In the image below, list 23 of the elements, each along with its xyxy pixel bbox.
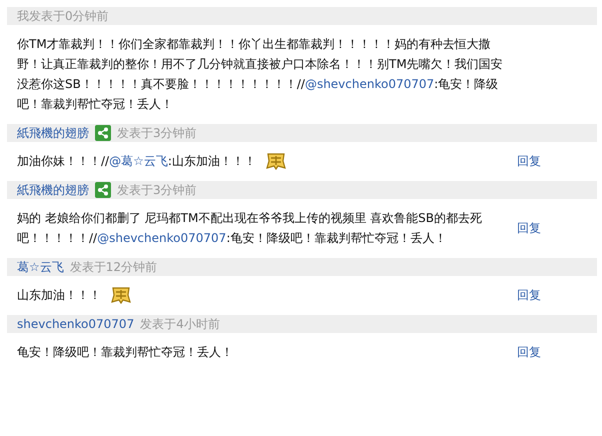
post-time: 发表于3分钟前 [117,182,197,198]
reply-link[interactable]: 回复 [517,152,541,170]
post-time: 发表于12分钟前 [70,258,158,276]
comment-text: 加油你妹！！！//@葛☆云飞:山东加油！！！ [17,153,256,170]
mention-link[interactable]: @shevchenko070707 [304,77,434,91]
post-time: 我发表于0分钟前 [17,8,109,24]
comment-text: 妈的 老娘给你们都删了 尼玛都TM不配出现在爷爷我上传的视频里 喜欢鲁能SB的都去死吧！！！！！//@shevchenko070707:龟安！降级吧！靠裁判帮忙夺冠！丢人！ [17,210,483,247]
reply-link[interactable]: 回复 [517,286,541,304]
author-link[interactable]: shevchenko070707 [17,317,134,331]
mention-link[interactable]: @葛☆云飞 [109,154,168,168]
comment-text: 山东加油！！！ [17,287,101,304]
author-link[interactable]: 紙飛機的翅膀 [17,124,89,142]
post-time: 发表于3分钟前 [117,124,197,142]
share-icon[interactable] [95,182,111,198]
author-link[interactable]: 葛☆云飞 [17,258,64,276]
author-link[interactable]: 紙飛機的翅膀 [17,182,89,198]
post-time: 发表于4小时前 [140,316,220,332]
share-icon[interactable] [95,125,111,141]
comment-text: 你TM才靠裁判！！你们全家都靠裁判！！你丫出生都靠裁判！！！！！妈的有种去恒大撒野！让真正靠裁判的整你！用不了几分钟就直接被户口本除名！！！别TM先嘴欠！我们国安没惹你这SB！！！！！真不要脸！！！！！！！！！//@shevchenko070707:龟安！降级吧！靠裁判帮忙夺冠！丢人！ [17,36,504,113]
mention-link[interactable]: @shevchenko070707 [97,231,226,245]
reply-link[interactable]: 回复 [517,220,541,236]
reply-link[interactable]: 回复 [517,344,541,360]
comment-text: 龟安！降级吧！靠裁判帮忙夺冠！丢人！ [17,344,233,361]
